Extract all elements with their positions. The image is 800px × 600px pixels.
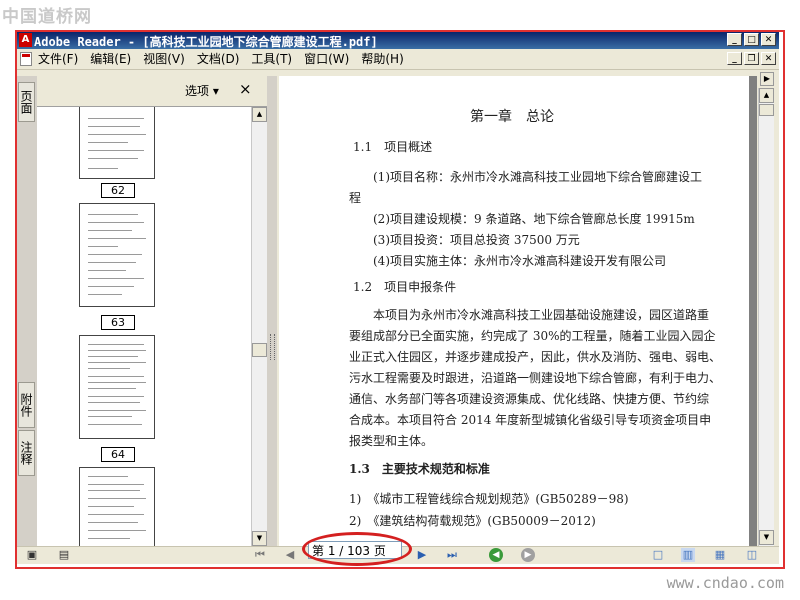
continuous-icon[interactable]: ▥ xyxy=(681,548,695,562)
tab-attachments-label: 附件 xyxy=(19,393,33,417)
facing-icon[interactable]: ▦ xyxy=(713,548,727,562)
navigation-tabs: 页面 附件 注释 xyxy=(17,76,38,546)
thumbnail-label[interactable]: 62 xyxy=(101,183,135,198)
paragraph-line: 污水工程需要及时跟进，沿道路一侧建设地下综合管廊，有利于电力、 xyxy=(349,371,722,385)
panel-splitter[interactable] xyxy=(267,76,277,546)
document-icon[interactable] xyxy=(20,52,32,66)
menu-items: 文件(F) 编辑(E) 视图(V) 文档(D) 工具(T) 窗口(W) 帮助(H… xyxy=(38,52,416,67)
scroll-down-icon[interactable]: ▼ xyxy=(252,531,267,546)
close-icon[interactable]: ✕ xyxy=(761,33,776,46)
pages-panel: 选项 ▾ × 62 63 64 ▲ ▼ xyxy=(37,76,267,547)
back-view-icon[interactable]: ◀ xyxy=(489,548,503,562)
site-watermark-top: 中国道桥网 xyxy=(2,7,92,27)
document-view[interactable]: 第一章 总论 1.1 项目概述 (1)项目名称：永州市冷水滩高科技工业园地下综合… xyxy=(279,76,757,546)
thumbnail-label[interactable]: 64 xyxy=(101,447,135,462)
paragraph-line: 业正式入住园区，并逐步建成投产，因此，供水及消防、强电、弱电、 xyxy=(349,350,722,364)
list-item: 2) 《建筑结构荷载规范》(GB50009－2012) xyxy=(349,514,596,528)
reader-window: A Adobe Reader - [高科技工业园地下综合管廊建设工程.pdf] … xyxy=(17,32,779,564)
chapter-title: 第一章 总论 xyxy=(470,109,554,125)
page-thumbnail[interactable] xyxy=(79,203,155,307)
menu-help[interactable]: 帮助(H) xyxy=(361,52,409,67)
page-thumbnail[interactable] xyxy=(79,335,155,439)
annotation-oval xyxy=(302,532,412,566)
menu-tools[interactable]: 工具(T) xyxy=(251,52,298,67)
paragraph-line: 合成本。本项目符合 2014 年度新型城镇化省级引导专项资金项目申 xyxy=(349,413,712,427)
paragraph-line: 要组成部分已全面实施，约完成了 30%的工程量，随着工业园入园企 xyxy=(349,329,716,343)
doc-close-icon[interactable]: ✕ xyxy=(761,52,776,65)
window-title: Adobe Reader - [高科技工业园地下综合管廊建设工程.pdf] xyxy=(34,35,378,49)
options-button[interactable]: 选项 ▾ xyxy=(185,82,219,99)
menu-view[interactable]: 视图(V) xyxy=(143,52,191,67)
pdf-page: 第一章 总论 1.1 项目概述 (1)项目名称：永州市冷水滩高科技工业园地下综合… xyxy=(279,76,749,546)
maximize-icon[interactable]: □ xyxy=(744,33,759,46)
pages-panel-header: 选项 ▾ × xyxy=(37,76,267,104)
menu-bar: 文件(F) 编辑(E) 视图(V) 文档(D) 工具(T) 窗口(W) 帮助(H… xyxy=(17,50,779,70)
section-heading: 1.3 主要技术规范和标准 xyxy=(349,462,490,476)
page-thumbnail[interactable] xyxy=(79,467,155,547)
first-page-icon[interactable]: ⏮ xyxy=(253,548,267,562)
paragraph-line: (3)项目投资：项目总投资 37500 万元 xyxy=(373,233,580,247)
paragraph-line: 通信、水务部门等各项建设资源集成、优化线路、快捷方便、节约综 xyxy=(349,392,710,406)
doc-restore-icon[interactable]: ❐ xyxy=(744,52,759,65)
list-item: 1) 《城市工程管线综合规划规范》(GB50289－98) xyxy=(349,492,629,506)
next-page-icon[interactable]: ▶ xyxy=(415,548,429,562)
acrobat-icon: A xyxy=(19,33,32,47)
tab-pages-label: 页面 xyxy=(19,90,33,114)
document-scrollbar[interactable]: ▲ ▼ xyxy=(758,88,774,546)
last-page-icon[interactable]: ⏭ xyxy=(445,548,459,562)
document-window-controls: _ ❐ ✕ xyxy=(727,52,776,65)
tab-comments[interactable]: 注释 xyxy=(18,430,35,476)
menu-window[interactable]: 窗口(W) xyxy=(304,52,355,67)
toolbar-expand-icon[interactable]: ▶ xyxy=(760,72,774,86)
paragraph-line: 程 xyxy=(349,191,362,205)
page-thumbnails[interactable]: 62 63 64 xyxy=(37,106,267,547)
doc-scroll-thumb[interactable] xyxy=(759,104,774,116)
paragraph-line: 报类型和主体。 xyxy=(349,434,434,448)
window-controls: _ □ ✕ xyxy=(727,33,776,46)
site-watermark-bottom: www.cndao.com xyxy=(666,574,784,592)
menu-document[interactable]: 文档(D) xyxy=(197,52,246,67)
paragraph-line: (4)项目实施主体：永州市冷水滩高科建设开发有限公司 xyxy=(373,254,667,268)
paragraph-line: (2)项目建设规模：9 条道路、地下综合管廊总长度 19915m xyxy=(373,212,695,226)
paragraph-line: 本项目为永州市冷水滩高科技工业园基础设施建设，园区道路重 xyxy=(373,308,710,322)
menu-edit[interactable]: 编辑(E) xyxy=(90,52,137,67)
thumbnail-label[interactable]: 63 xyxy=(101,315,135,330)
continuous-facing-icon[interactable]: ◫ xyxy=(745,548,759,562)
tab-pages[interactable]: 页面 xyxy=(18,82,35,122)
title-bar: A Adobe Reader - [高科技工业园地下综合管廊建设工程.pdf] … xyxy=(17,32,779,49)
panel-close-icon[interactable]: × xyxy=(239,80,252,98)
thumbnails-scrollbar[interactable]: ▲ ▼ xyxy=(251,107,267,546)
previous-page-icon[interactable]: ◀ xyxy=(283,548,297,562)
tab-attachments[interactable]: 附件 xyxy=(18,382,35,428)
section-heading: 1.1 项目概述 xyxy=(353,140,433,154)
section-heading: 1.2 项目申报条件 xyxy=(353,280,457,294)
splitter-grip[interactable] xyxy=(270,334,275,360)
layout-icon[interactable]: ▣ xyxy=(25,548,39,562)
tab-comments-label: 注释 xyxy=(19,441,33,465)
scroll-up-icon[interactable]: ▲ xyxy=(252,107,267,122)
forward-view-icon[interactable]: ▶ xyxy=(521,548,535,562)
single-page-icon[interactable]: □ xyxy=(651,548,665,562)
minimize-icon[interactable]: _ xyxy=(727,33,742,46)
paragraph-line: (1)项目名称：永州市冷水滩高科技工业园地下综合管廊建设工 xyxy=(373,170,703,184)
scroll-thumb[interactable] xyxy=(252,343,267,357)
menu-file[interactable]: 文件(F) xyxy=(38,52,84,67)
doc-scroll-down-icon[interactable]: ▼ xyxy=(759,530,774,545)
hide-panel-icon[interactable]: ▤ xyxy=(57,548,71,562)
doc-scroll-up-icon[interactable]: ▲ xyxy=(759,88,774,103)
doc-minimize-icon[interactable]: _ xyxy=(727,52,742,65)
page-thumbnail[interactable] xyxy=(79,107,155,179)
